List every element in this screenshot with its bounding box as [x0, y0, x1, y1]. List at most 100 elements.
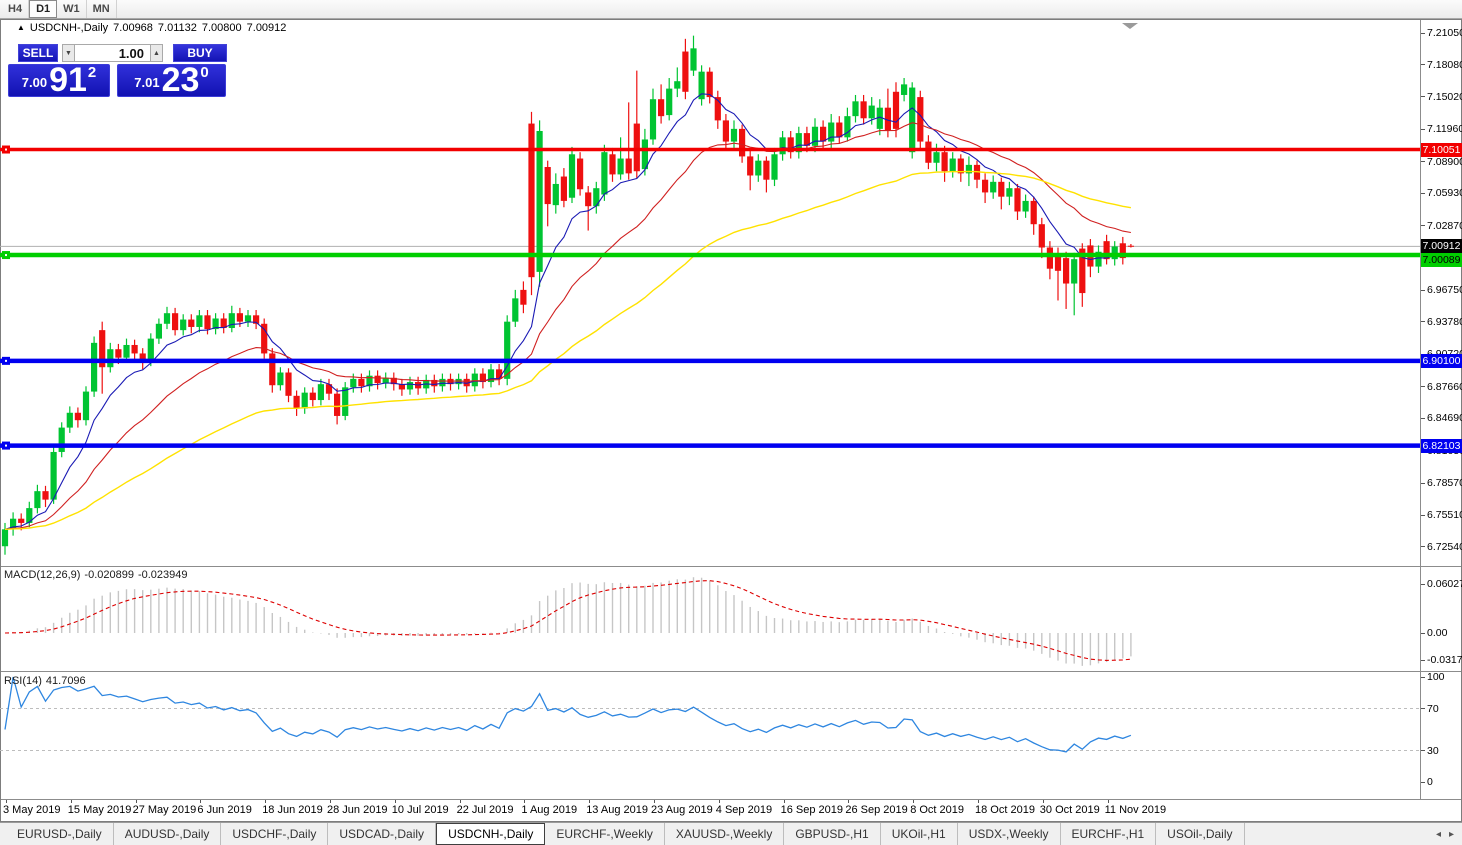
date-tick-mark [460, 800, 461, 803]
chart-tab-ukoil-h1[interactable]: UKOil-,H1 [881, 823, 958, 845]
trading-platform-window: H4D1W1MN ▲USDCNH-,Daily7.009687.011327.0… [0, 0, 1462, 845]
date-tick-label: 28 Jun 2019 [327, 804, 388, 816]
date-tick-mark [1043, 800, 1044, 803]
candle-body [553, 184, 559, 205]
rsi-tick-mark [1421, 750, 1425, 751]
date-tick-mark [395, 800, 396, 803]
date-tick-label: 8 Oct 2019 [910, 804, 964, 816]
rsi-axis-label: 30 [1427, 745, 1439, 757]
date-tick-mark [1108, 800, 1109, 803]
candle-body [172, 313, 178, 330]
chart-tab-xauusd-weekly[interactable]: XAUUSD-,Weekly [665, 823, 784, 845]
candle-body [585, 192, 591, 206]
candle-body [545, 167, 551, 204]
moving-average-line-55 [5, 171, 1131, 529]
price-tick-mark [1421, 33, 1425, 34]
date-tick-label: 18 Jun 2019 [262, 804, 323, 816]
chart-shift-marker-icon[interactable] [1122, 23, 1138, 29]
macd-tick-mark [1421, 660, 1425, 661]
candle-body [59, 428, 65, 452]
price-tick-label: 7.21050 [1427, 27, 1462, 39]
date-tick-label: 4 Sep 2019 [716, 804, 772, 816]
price-axis[interactable]: 7.210507.180807.150207.119607.089007.059… [1421, 20, 1462, 799]
rsi-axis-label: 70 [1427, 703, 1439, 715]
macd-tick-mark [1421, 584, 1425, 585]
collapse-icon[interactable]: ▲ [17, 23, 25, 32]
macd-pane-separator[interactable] [1, 566, 1461, 567]
rsi-label: RSI(14)41.7096 [4, 675, 90, 687]
price-tick-mark [1421, 418, 1425, 419]
volume-decrease-button[interactable]: ▼ [62, 44, 75, 62]
date-tick-mark [200, 800, 201, 803]
timeframe-button-D1[interactable]: D1 [29, 0, 57, 18]
candle-body [358, 379, 364, 386]
volume-increase-button[interactable]: ▲ [150, 44, 163, 62]
line-anchor-dot [5, 254, 7, 256]
bid-price-prefix: 7.00 [22, 75, 47, 90]
candle-body [1031, 201, 1037, 224]
candle-body [1014, 188, 1020, 211]
candle-body [626, 159, 632, 174]
candle-body [375, 376, 381, 383]
candle-body [942, 152, 948, 171]
candle-body [496, 369, 502, 379]
timeframe-button-W1[interactable]: W1 [57, 0, 87, 18]
line-anchor-dot [5, 360, 7, 362]
candle-body [869, 106, 875, 119]
candle-body [164, 313, 170, 324]
sell-button[interactable]: SELL [18, 44, 58, 62]
price-tick-label: 7.11960 [1427, 123, 1462, 135]
price-tick-label: 7.18080 [1427, 59, 1462, 71]
price-tick-mark [1421, 483, 1425, 484]
tab-scroll-left-icon[interactable]: ◂ [1436, 829, 1441, 840]
date-tick-mark [978, 800, 979, 803]
candle-body [658, 99, 664, 116]
rsi-pane-separator[interactable] [1, 671, 1461, 672]
candle-body [836, 123, 842, 138]
candle-body [1063, 258, 1069, 283]
chart-symbol-label: USDCNH-,Daily [30, 22, 108, 34]
bid-price-big: 91 [49, 67, 87, 94]
rsi-axis-label: 100 [1427, 671, 1445, 683]
chart-tab-usdcad-daily[interactable]: USDCAD-,Daily [328, 823, 436, 845]
date-tick-label: 23 Aug 2019 [651, 804, 713, 816]
buy-quote-button[interactable]: 7.01 23 0 [117, 64, 226, 97]
chart-plot-area[interactable] [0, 20, 1421, 799]
candle-body [601, 152, 607, 194]
date-tick-mark [654, 800, 655, 803]
candle-body [115, 349, 121, 357]
volume-input[interactable] [75, 44, 150, 62]
candle-body [893, 92, 899, 129]
price-tick-label: 6.87660 [1427, 381, 1462, 393]
chart-tab-gbpusd-h1[interactable]: GBPUSD-,H1 [784, 823, 880, 845]
macd-axis-label: 0.060273 [1427, 578, 1462, 590]
candle-body [180, 320, 186, 331]
price-tick-mark [1421, 193, 1425, 194]
candle-body [123, 345, 129, 358]
candle-body [42, 491, 48, 499]
candle-body [933, 152, 939, 163]
candle-body [1039, 224, 1045, 247]
chart-tab-usoil-daily[interactable]: USOil-,Daily [1156, 823, 1244, 845]
date-tick-mark [719, 800, 720, 803]
candle-body [91, 343, 97, 392]
line-anchor-dot [5, 149, 7, 151]
candle-body [763, 161, 769, 180]
line-anchor-dot [5, 445, 7, 447]
candle-body [537, 131, 543, 272]
chart-tab-usdcnh-daily[interactable]: USDCNH-,Daily [436, 823, 545, 845]
tab-scroll-right-icon[interactable]: ▸ [1449, 829, 1454, 840]
chart-tab-eurusd-daily[interactable]: EURUSD-,Daily [6, 823, 114, 845]
sell-quote-button[interactable]: 7.00 91 2 [8, 64, 110, 97]
bid-price-pip: 2 [88, 64, 96, 81]
timeframe-button-H4[interactable]: H4 [2, 0, 29, 18]
candle-body [690, 48, 696, 70]
timeframe-button-MN[interactable]: MN [87, 0, 117, 18]
date-axis[interactable]: 3 May 201915 May 201927 May 20196 Jun 20… [1, 800, 1420, 821]
chart-tab-eurchf-weekly[interactable]: EURCHF-,Weekly [545, 823, 664, 845]
buy-button[interactable]: BUY [173, 44, 227, 62]
chart-tab-usdx-weekly[interactable]: USDX-,Weekly [958, 823, 1061, 845]
chart-tab-eurchf-h1[interactable]: EURCHF-,H1 [1061, 823, 1157, 845]
chart-tab-audusd-daily[interactable]: AUDUSD-,Daily [114, 823, 222, 845]
chart-tab-usdchf-daily[interactable]: USDCHF-,Daily [221, 823, 328, 845]
